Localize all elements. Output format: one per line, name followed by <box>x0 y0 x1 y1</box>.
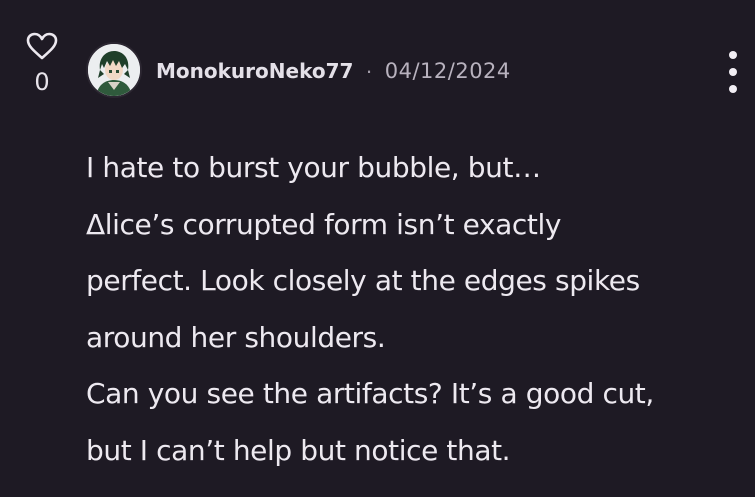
comment-text-line: I hate to burst your bubble, but… <box>86 151 541 184</box>
username-link[interactable]: MonokuroNeko77 <box>156 59 353 83</box>
like-count: 0 <box>34 68 50 96</box>
comment-body: I hate to burst your bubble, but… Δlice’… <box>86 140 746 479</box>
comment-date: 04/12/2024 <box>384 59 511 83</box>
vertical-ellipsis-icon-dot <box>729 68 737 76</box>
comment-text-line: Δlice’s corrupted form isn’t exactly <box>86 207 562 241</box>
comment-text-line: Can you see the artifacts? It’s a good c… <box>86 377 654 410</box>
like-button[interactable] <box>22 28 62 64</box>
comment-text-line: perfect. Look closely at the edges spike… <box>86 264 640 297</box>
comment-header: MonokuroNeko77 · 04/12/2024 <box>156 56 511 86</box>
avatar-character-icon <box>88 44 140 96</box>
vertical-ellipsis-icon-dot <box>729 85 737 93</box>
comment-text-line: around her shoulders. <box>86 320 386 354</box>
comment-card: 0 MonokuroNeko77 · 04/12/2024 I hate to <box>0 0 755 497</box>
more-options-button[interactable] <box>722 49 744 95</box>
heart-outline-icon <box>26 32 58 60</box>
comment-text-line: but I can’t help but notice that. <box>86 433 511 467</box>
like-column: 0 <box>20 28 64 94</box>
separator-dot: · <box>365 58 373 83</box>
avatar[interactable] <box>86 42 142 98</box>
vertical-ellipsis-icon <box>729 51 737 59</box>
